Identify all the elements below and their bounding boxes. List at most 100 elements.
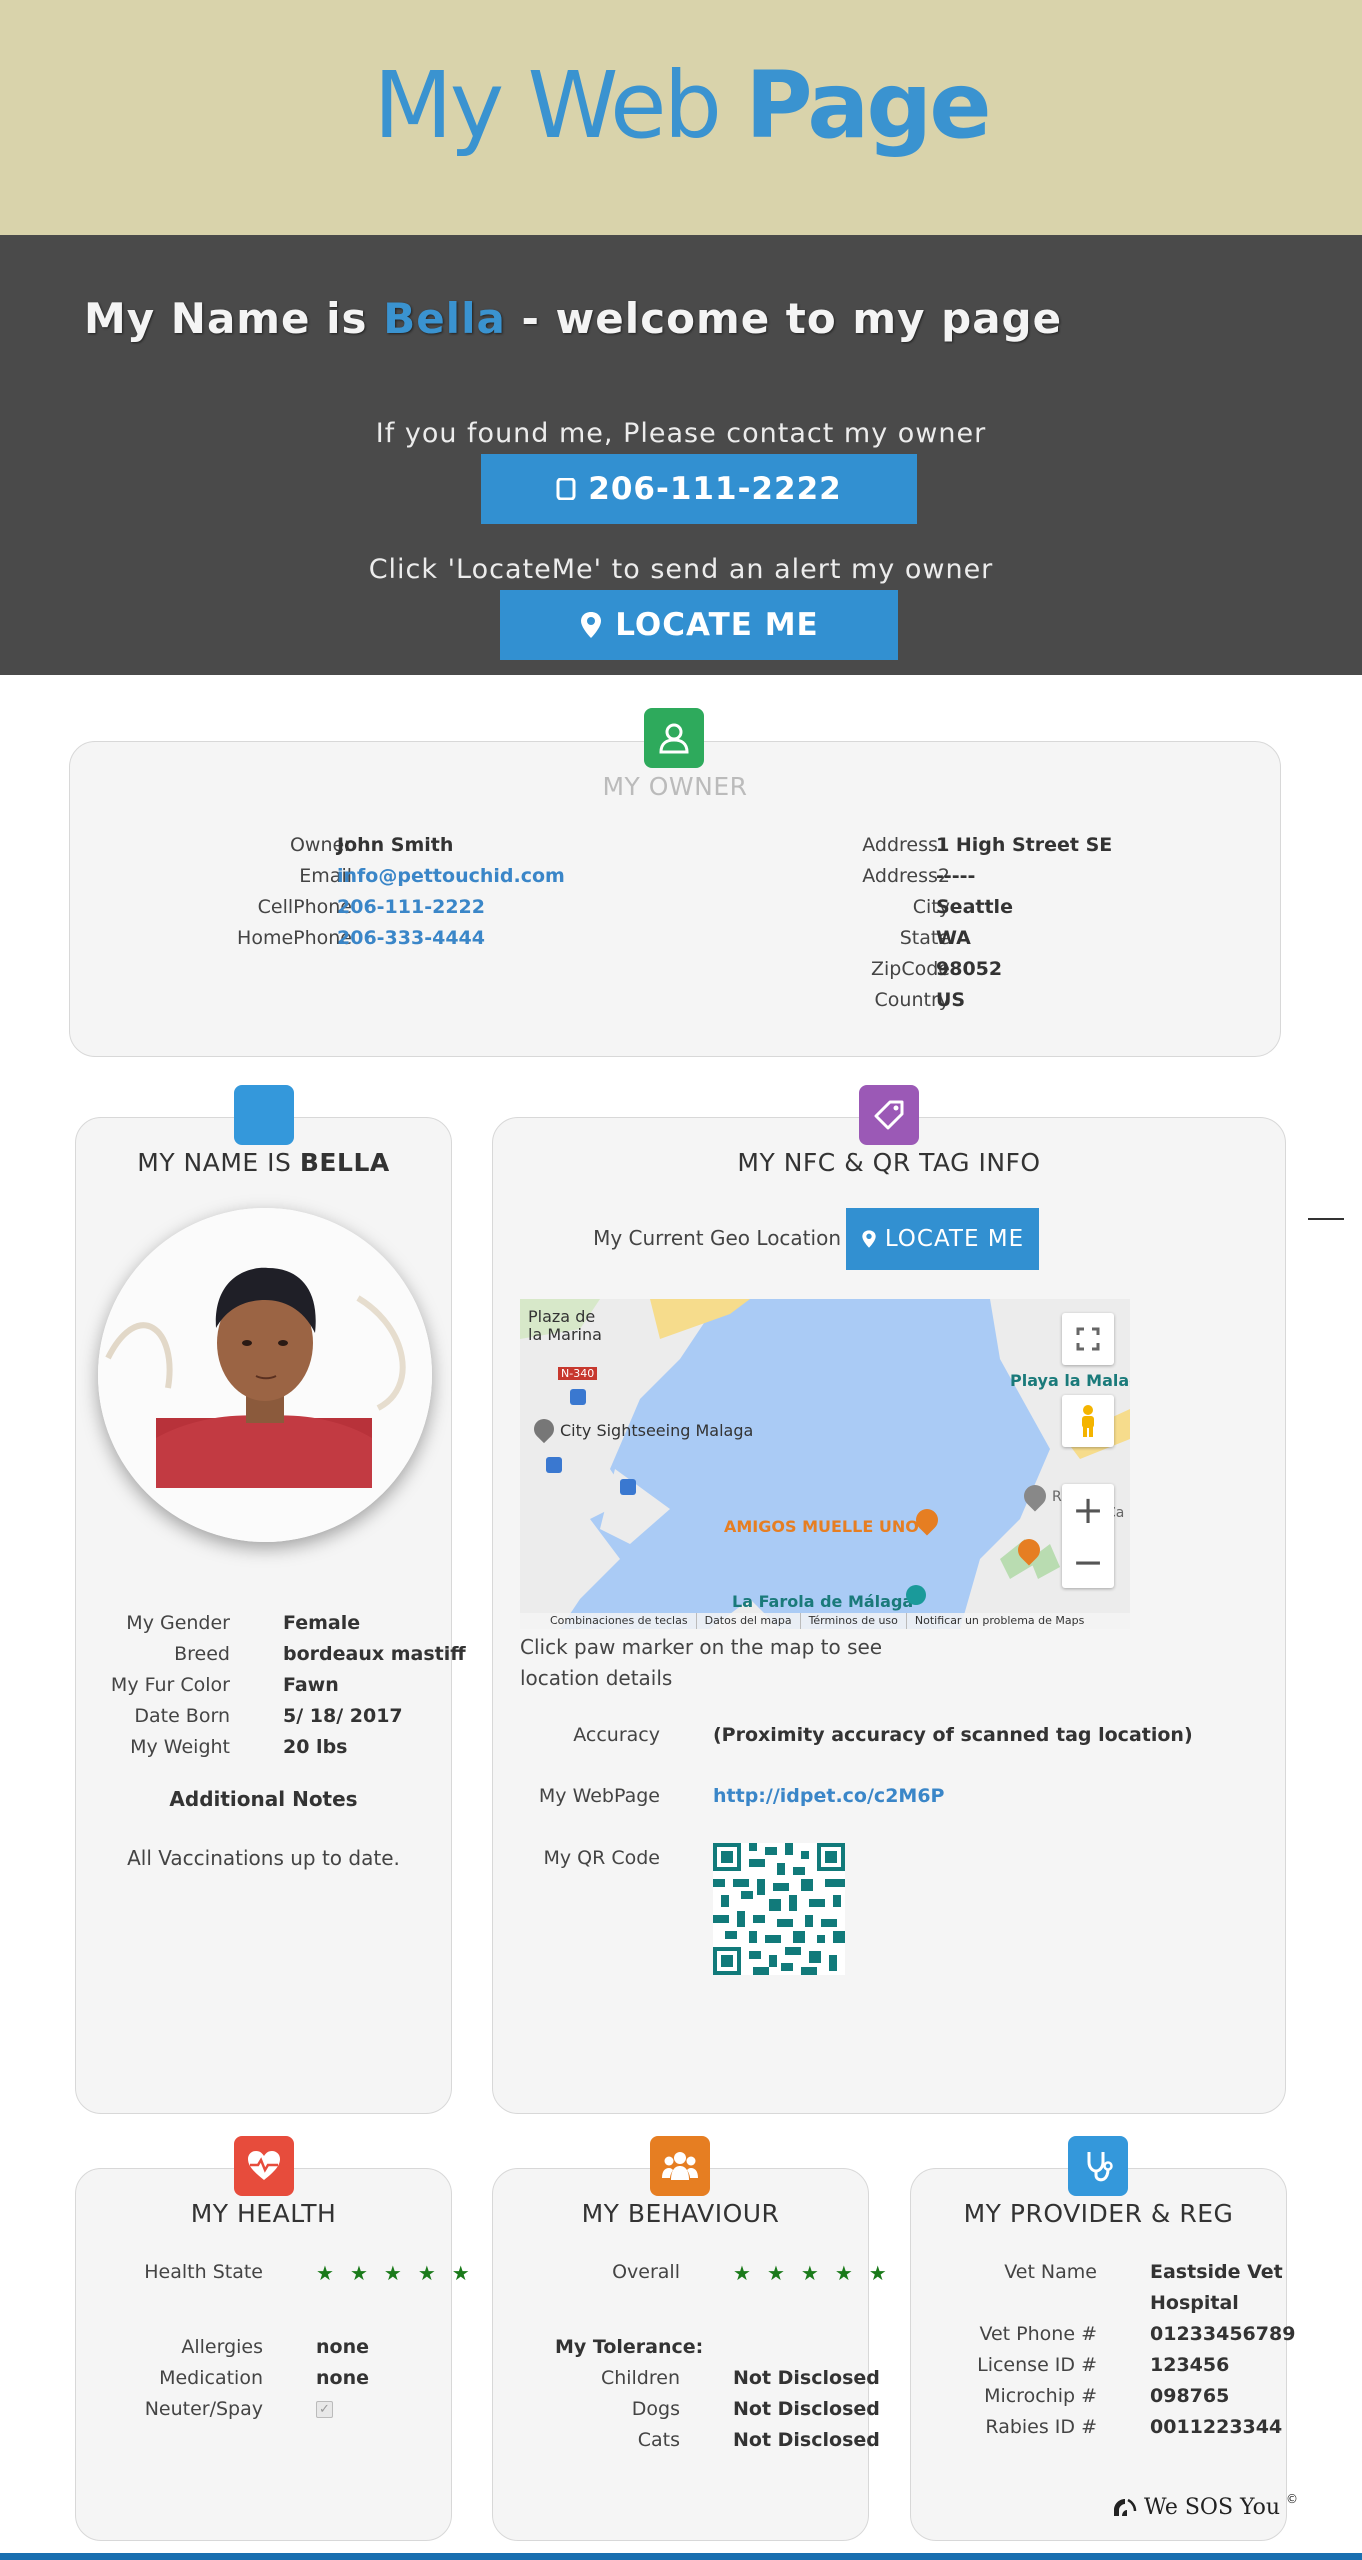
contact-prompt: If you found me, Please contact my owner <box>375 418 987 449</box>
fullscreen-button[interactable] <box>1062 1313 1114 1365</box>
site-title-light: My Web <box>373 52 722 159</box>
vet-phone-value: 01233456789 <box>1150 2323 1296 2345</box>
site-title: My Web Page <box>0 52 1362 159</box>
notes-text: All Vaccinations up to date. <box>127 1846 400 1870</box>
map-report-link[interactable]: Notificar un problema de Maps <box>905 1613 1084 1629</box>
country-label: Country <box>874 989 950 1011</box>
star-icon: ★ <box>868 2261 887 2285</box>
qr-code-label: My QR Code <box>543 1847 660 1869</box>
zoom-in-button[interactable]: + <box>1072 1484 1104 1536</box>
tag-locate-button[interactable]: LOCATE ME <box>846 1208 1039 1270</box>
neuter-spay-label: Neuter/Spay <box>144 2398 263 2420</box>
cellphone-label: CellPhone <box>257 896 352 918</box>
call-owner-button-label: 206-111-2222 <box>588 471 842 507</box>
provider-card-title: MY PROVIDER & REG <box>963 2199 1234 2228</box>
microchip-label: Microchip # <box>984 2385 1097 2407</box>
provider-badge <box>1068 2136 1128 2196</box>
site-header: My Web Page <box>0 0 1362 235</box>
map-label-farola: La Farola de Málaga <box>732 1592 914 1611</box>
stethoscope-icon <box>1087 2152 1113 2182</box>
gender-value: Female <box>283 1612 361 1634</box>
geo-location-label: My Current Geo Location <box>593 1226 841 1250</box>
breed-value: bordeaux mastiff <box>283 1643 466 1665</box>
map-canvas <box>520 1299 1130 1629</box>
owner-badge <box>644 708 704 768</box>
owner-homephone-link[interactable]: 206-333-4444 <box>337 927 485 949</box>
footer-logo[interactable]: We SOS You © <box>1112 2492 1298 2522</box>
side-divider <box>1308 1218 1344 1220</box>
user-icon <box>659 723 689 754</box>
health-state-label: Health State <box>144 2261 263 2283</box>
owner-label: Owner <box>289 834 352 856</box>
phone-icon <box>556 478 576 500</box>
owner-cellphone-link[interactable]: 206-111-2222 <box>337 896 485 918</box>
map-keyboard-shortcuts[interactable]: Combinaciones de teclas <box>520 1613 696 1629</box>
heartbeat-icon <box>248 2151 280 2180</box>
state-label: State <box>899 927 950 949</box>
medication-value: none <box>316 2367 369 2389</box>
map-road-n340: N-340 <box>558 1367 598 1380</box>
hero-heading-suffix: - welcome to my page <box>521 294 1063 343</box>
vet-phone-label: Vet Phone # <box>979 2323 1097 2345</box>
address2-label: Address2 <box>862 865 950 887</box>
map-label-amigos: AMIGOS MUELLE UNO <box>724 1517 919 1536</box>
signal-icon <box>1114 2498 1137 2516</box>
footer-logo-text: We SOS You <box>1144 2494 1281 2520</box>
fur-color-label: My Fur Color <box>110 1674 230 1696</box>
neuter-spay-checkbox[interactable]: ✓ <box>316 2401 333 2418</box>
pet-card-title-name: BELLA <box>299 1148 390 1177</box>
overall-label: Overall <box>612 2261 680 2283</box>
map-label-marina: la Marina <box>528 1325 602 1344</box>
map-terms-link[interactable]: Términos de uso <box>799 1613 906 1629</box>
map-footer: Combinaciones de teclas Datos del mapa T… <box>520 1613 1130 1629</box>
address1-label: Address1 <box>862 834 950 856</box>
health-badge <box>234 2136 294 2196</box>
zipcode-value: 98052 <box>936 958 1003 980</box>
health-state-stars: ★ ★ ★ ★ ★ <box>316 2258 470 2290</box>
gender-label: My Gender <box>126 1612 230 1634</box>
street-view-pegman[interactable] <box>1062 1395 1114 1447</box>
webpage-link[interactable]: http://idpet.co/c2M6P <box>713 1785 944 1807</box>
accuracy-value: (Proximity accuracy of scanned tag locat… <box>713 1724 1193 1746</box>
page: My Web Page My Name is Bella - welcome t… <box>0 0 1362 2560</box>
homephone-label: HomePhone <box>237 927 352 949</box>
zoom-out-button[interactable]: − <box>1072 1536 1104 1588</box>
tolerance-heading: My Tolerance: <box>555 2336 704 2358</box>
vet-name-line1: Eastside Vet <box>1150 2261 1283 2283</box>
location-map[interactable]: Plaza de la Marina N-340 City Sightseein… <box>520 1299 1130 1629</box>
group-icon <box>662 2152 698 2180</box>
rabies-id-label: Rabies ID # <box>985 2416 1097 2438</box>
tag-badge <box>859 1085 919 1145</box>
zipcode-label: ZipCode <box>871 958 950 980</box>
weight-value: 20 lbs <box>283 1736 348 1758</box>
bus-stop-icon[interactable] <box>570 1389 586 1405</box>
allergies-value: none <box>316 2336 369 2358</box>
tag-icon <box>874 1100 904 1130</box>
star-icon: ★ <box>800 2261 819 2285</box>
map-marker-icon <box>862 1230 876 1248</box>
map-hint: Click paw marker on the map to see locat… <box>520 1635 883 1690</box>
map-label-city-sightseeing: City Sightseeing Malaga <box>560 1421 754 1440</box>
attraction-marker-icon[interactable] <box>906 1585 926 1605</box>
bus-stop-icon[interactable] <box>546 1457 562 1473</box>
owner-email-link[interactable]: info@pettouchid.com <box>337 865 565 887</box>
tag-locate-button-label: LOCATE ME <box>884 1226 1025 1252</box>
qr-code-image <box>713 1843 845 1975</box>
map-data-link[interactable]: Datos del mapa <box>695 1613 800 1629</box>
owner-card-title: MY OWNER <box>602 772 748 801</box>
hero-pet-name: Bella <box>383 294 506 343</box>
star-icon: ★ <box>451 2261 470 2285</box>
children-value: Not Disclosed <box>733 2367 880 2389</box>
map-label-plaza: Plaza de <box>528 1307 596 1326</box>
call-owner-button[interactable]: 206-111-2222 <box>481 454 917 524</box>
vet-name-label: Vet Name <box>1004 2261 1097 2283</box>
bus-stop-icon[interactable] <box>620 1479 636 1495</box>
hero-locate-button[interactable]: LOCATE ME <box>500 590 898 660</box>
star-icon: ★ <box>834 2261 853 2285</box>
star-icon: ★ <box>766 2261 785 2285</box>
copyright-icon: © <box>1286 2492 1299 2506</box>
locate-prompt: Click 'LocateMe' to send an alert my own… <box>368 554 994 585</box>
rabies-id-value: 0011223344 <box>1150 2416 1283 2438</box>
pet-card-title: MY NAME IS BELLA <box>76 1148 451 1177</box>
accuracy-label: Accuracy <box>573 1724 660 1746</box>
